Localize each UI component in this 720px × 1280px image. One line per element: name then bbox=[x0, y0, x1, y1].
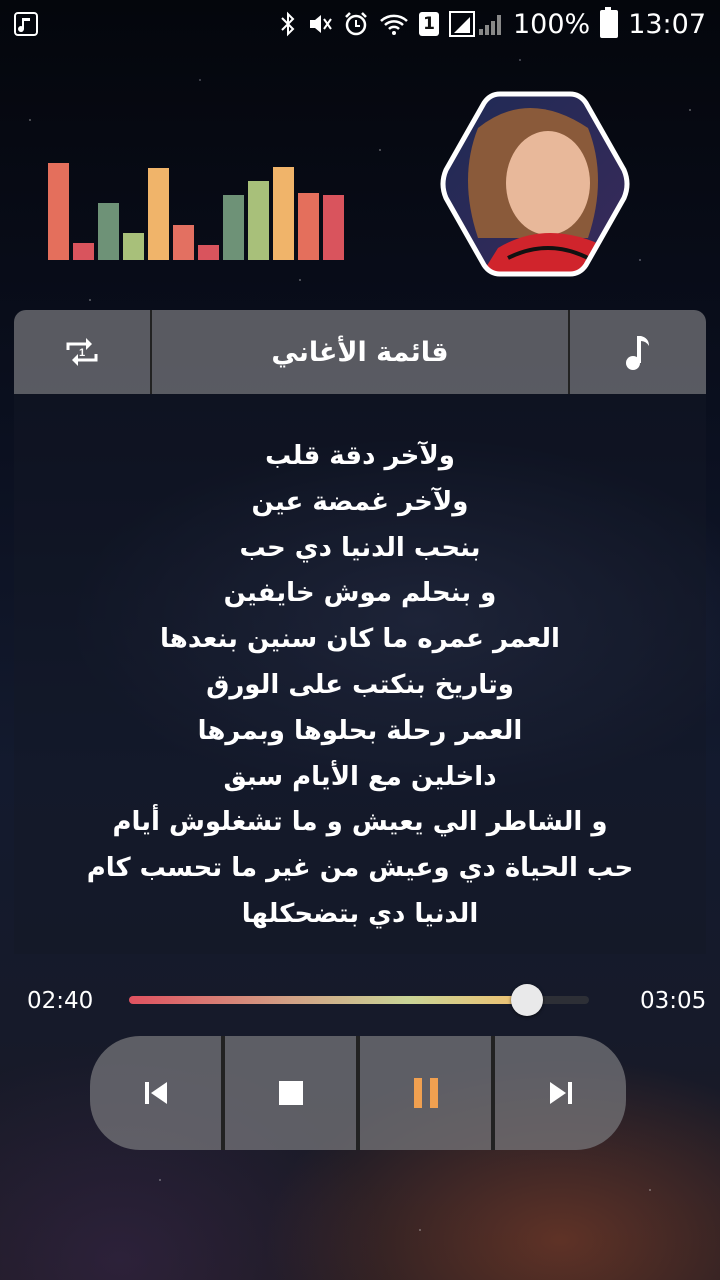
stop-button[interactable] bbox=[221, 1036, 356, 1150]
artist-avatar bbox=[440, 91, 630, 277]
equalizer-bar bbox=[73, 243, 94, 260]
seek-bar-fill bbox=[129, 996, 527, 1004]
tab-playlist[interactable]: قائمة الأغاني bbox=[150, 310, 570, 394]
player-tab-bar: 1 قائمة الأغاني bbox=[14, 310, 706, 394]
equalizer-bar bbox=[298, 193, 319, 260]
bluetooth-icon bbox=[281, 11, 295, 37]
mute-icon bbox=[309, 15, 332, 33]
lyric-line: الدنيا دي بتضحكلها bbox=[241, 898, 479, 929]
music-notification-icon bbox=[14, 12, 38, 36]
equalizer-bar bbox=[198, 245, 219, 260]
tab-playlist-label: قائمة الأغاني bbox=[271, 336, 449, 368]
wifi-icon bbox=[380, 14, 408, 35]
current-time: 02:40 bbox=[27, 988, 94, 1014]
lyric-line: داخلين مع الأيام سبق bbox=[223, 761, 497, 792]
stop-icon bbox=[278, 1081, 303, 1105]
equalizer-bar bbox=[223, 195, 244, 260]
repeat-one-button[interactable]: 1 bbox=[14, 310, 150, 394]
status-bar: 1 100% 13:07 bbox=[0, 0, 720, 48]
equalizer-bar bbox=[148, 168, 169, 260]
equalizer-bar bbox=[323, 195, 344, 260]
lyric-line: العمر عمره ما كان سنين بنعدها bbox=[160, 624, 560, 655]
lyrics-panel[interactable]: ولآخر دقة قلب ولآخر غمضة عين بنحب الدنيا د… bbox=[14, 394, 706, 954]
lyric-line: حب الحياة دي وعيش من غير ما تحسب كام bbox=[86, 853, 634, 884]
sim-icon: 1 bbox=[418, 12, 439, 36]
equalizer-bar bbox=[48, 163, 69, 260]
equalizer-bar bbox=[273, 167, 294, 260]
pause-button[interactable] bbox=[356, 1036, 491, 1150]
next-icon bbox=[549, 1082, 572, 1104]
pause-icon bbox=[413, 1078, 438, 1108]
total-time: 03:05 bbox=[640, 988, 707, 1014]
previous-button[interactable] bbox=[90, 1036, 221, 1150]
lyric-line: و بنحلم موش خايفين bbox=[223, 578, 497, 609]
equalizer-bar bbox=[248, 181, 269, 260]
equalizer-bar bbox=[173, 225, 194, 260]
music-note-icon bbox=[626, 336, 649, 370]
equalizer-bar bbox=[123, 233, 144, 260]
lyric-line: وتاريخ بنكتب على الورق bbox=[206, 669, 514, 700]
previous-icon bbox=[144, 1082, 167, 1104]
playback-controls bbox=[90, 1036, 626, 1150]
lyric-line: العمر رحلة بحلوها وبمرها bbox=[197, 715, 523, 746]
svg-text:1: 1 bbox=[79, 347, 85, 359]
equalizer-bar bbox=[98, 203, 119, 260]
next-button[interactable] bbox=[491, 1036, 626, 1150]
now-playing-button[interactable] bbox=[570, 310, 706, 394]
clock: 13:07 bbox=[628, 8, 706, 40]
seek-bar[interactable] bbox=[129, 984, 589, 1016]
lyric-line: ولآخر غمضة عين bbox=[251, 486, 469, 517]
battery-percent: 100% bbox=[512, 8, 591, 40]
equalizer-visualizer bbox=[48, 163, 344, 260]
alarm-icon bbox=[345, 12, 367, 36]
battery-icon bbox=[600, 7, 619, 38]
signal-icon bbox=[448, 11, 501, 37]
lyric-line: و الشاطر الي يعيش و ما تشغلوش أيام bbox=[112, 807, 608, 838]
lyric-line: ولآخر دقة قلب bbox=[265, 441, 455, 471]
seek-bar-thumb[interactable] bbox=[510, 984, 543, 1016]
repeat-one-icon: 1 bbox=[66, 338, 98, 366]
lyric-line: بنحب الدنيا دي حب bbox=[239, 532, 481, 563]
